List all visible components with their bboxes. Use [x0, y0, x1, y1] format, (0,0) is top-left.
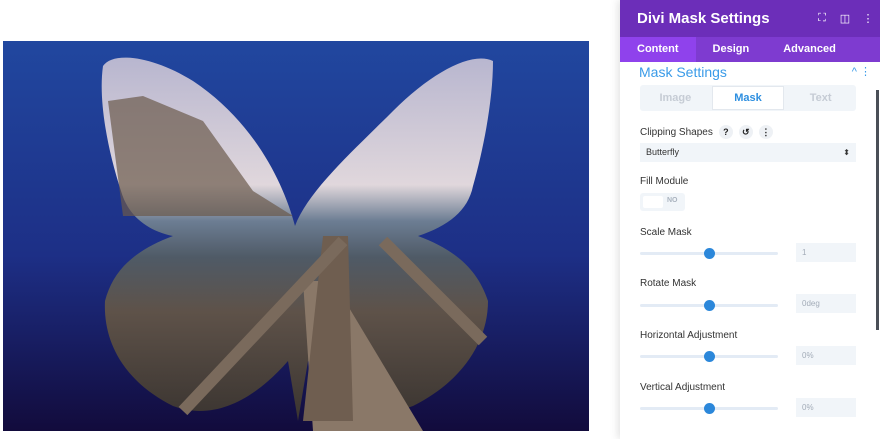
fill-module-toggle[interactable]: NO [640, 193, 685, 211]
more-icon[interactable]: ⋮ [857, 12, 879, 25]
rotate-mask-slider[interactable] [640, 300, 778, 311]
mask-preview-canvas [3, 41, 589, 431]
scale-mask-input[interactable]: 1 [796, 243, 856, 262]
rotate-mask-label: Rotate Mask [640, 278, 697, 289]
tab-content[interactable]: Content [620, 37, 696, 62]
slider-thumb[interactable] [704, 300, 715, 311]
horizontal-adjustment-input[interactable]: 0% [796, 346, 856, 365]
clipping-shape-value: Butterfly [646, 147, 680, 157]
rotate-mask-input[interactable]: 0deg [796, 294, 856, 313]
vertical-adjustment-input[interactable]: 0% [796, 398, 856, 417]
butterfly-masked-image [101, 57, 493, 431]
slider-thumb[interactable] [704, 403, 715, 414]
panel-header: Divi Mask Settings ⛶ ◫ ⋮ [620, 0, 880, 37]
vertical-adjustment-slider[interactable] [640, 403, 778, 414]
sidebar-icon[interactable]: ◫ [834, 12, 856, 25]
horizontal-adjustment-label: Horizontal Adjustment [640, 330, 738, 341]
section-title: Mask Settings [639, 64, 727, 80]
focus-icon[interactable]: ⛶ [811, 12, 833, 25]
section-header[interactable]: Mask Settings ^ ⋮ [639, 63, 871, 81]
slider-thumb[interactable] [704, 351, 715, 362]
segment-mask[interactable]: Mask [711, 86, 785, 110]
select-arrows-icon: ⬍ [843, 148, 850, 157]
mask-segment-control: Image Mask Text [640, 85, 856, 111]
tab-design[interactable]: Design [696, 37, 767, 62]
scale-mask-label: Scale Mask [640, 227, 692, 238]
more-options-icon[interactable]: ⋮ [758, 125, 773, 139]
help-icon[interactable]: ? [718, 125, 733, 139]
slider-thumb[interactable] [704, 248, 715, 259]
clipping-shape-select[interactable]: Butterfly ⬍ [640, 143, 856, 162]
segment-image[interactable]: Image [640, 85, 711, 111]
toggle-state: NO [667, 197, 678, 204]
tab-advanced[interactable]: Advanced [766, 37, 853, 62]
scale-mask-slider[interactable] [640, 248, 778, 259]
vertical-adjustment-label: Vertical Adjustment [640, 382, 726, 393]
clipping-shapes-label: Clipping Shapes [640, 126, 713, 138]
fill-module-label: Fill Module [640, 176, 689, 187]
settings-panel: Divi Mask Settings ⛶ ◫ ⋮ Content Design … [620, 0, 880, 439]
horizontal-adjustment-slider[interactable] [640, 351, 778, 362]
scrollbar[interactable] [876, 90, 879, 330]
chevron-up-icon[interactable]: ^ ⋮ [852, 63, 871, 81]
reset-icon[interactable]: ↺ [738, 125, 753, 139]
panel-title: Divi Mask Settings [637, 10, 770, 27]
segment-text[interactable]: Text [785, 85, 856, 111]
panel-tabs: Content Design Advanced [620, 37, 880, 62]
